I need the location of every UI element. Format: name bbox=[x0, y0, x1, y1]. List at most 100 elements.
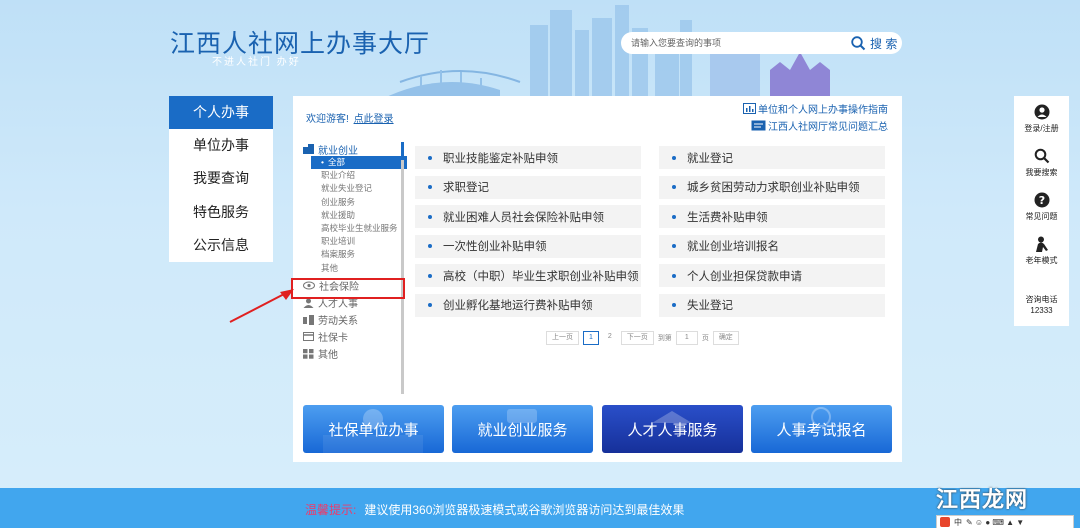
footer-tip-label: 温馨提示: bbox=[305, 503, 357, 517]
service-item[interactable]: 生活费补贴申领 bbox=[659, 205, 885, 228]
banner-talent[interactable]: 人才人事服务 bbox=[602, 405, 743, 453]
banner-label: 人事考试报名 bbox=[776, 421, 867, 439]
search-button-label: 搜 索 bbox=[870, 36, 898, 51]
service-item[interactable]: 创业孵化基地运行费补贴申领 bbox=[415, 293, 641, 317]
subcategory-item[interactable]: 职业介绍 bbox=[303, 169, 407, 182]
menu-item-special[interactable]: 特色服务 bbox=[169, 196, 273, 229]
ime-tools-icon: ✎ ☺ ● ⌨ ▲ ▼ bbox=[966, 517, 1025, 527]
search-input[interactable] bbox=[631, 38, 841, 48]
goto-page-input[interactable]: 1 bbox=[675, 331, 698, 345]
banner-exam[interactable]: 人事考试报名 bbox=[751, 405, 892, 453]
subcategory-item[interactable]: 就业失业登记 bbox=[303, 182, 407, 195]
svg-text:?: ? bbox=[1038, 194, 1044, 207]
subcategory-item[interactable]: 其他 bbox=[303, 262, 407, 272]
prev-page-button[interactable]: 上一页 bbox=[546, 331, 579, 345]
banner-label: 人才人事服务 bbox=[627, 421, 718, 439]
page-button-1[interactable]: 1 bbox=[583, 331, 599, 345]
banner-employment[interactable]: 就业创业服务 bbox=[452, 405, 593, 453]
annotation-arrow bbox=[229, 289, 294, 323]
banner-social-insurance-unit[interactable]: 社保单位办事 bbox=[303, 405, 444, 453]
category-tree: 就业创业 全部 职业介绍 就业失业登记 创业服务 就业援助 高校毕业生就业服务 … bbox=[303, 142, 407, 361]
service-item[interactable]: 就业登记 bbox=[659, 146, 885, 169]
menu-item-query[interactable]: 我要查询 bbox=[169, 162, 273, 195]
question-icon: ? bbox=[1034, 192, 1049, 208]
tree-scrollbar[interactable] bbox=[401, 142, 404, 394]
service-item[interactable]: 就业困难人员社会保险补贴申领 bbox=[415, 205, 641, 228]
hotline-number: 12333 bbox=[1030, 306, 1053, 315]
goto-confirm-button[interactable]: 确定 bbox=[712, 331, 739, 345]
service-item[interactable]: 一次性创业补贴申领 bbox=[415, 234, 641, 258]
footer: 温馨提示: 建议使用360浏览器极速模式或谷歌浏览器访问达到最佳效果 bbox=[0, 488, 1080, 528]
welcome-bar: 欢迎游客! 点此登录 bbox=[306, 110, 394, 125]
float-search[interactable]: 我要搜索 bbox=[1014, 148, 1069, 178]
login-link[interactable]: 点此登录 bbox=[354, 114, 394, 125]
handshake-icon bbox=[303, 314, 314, 325]
page-unit-label: 页 bbox=[701, 335, 709, 342]
pagination: 上一页 1 2 下一页 到第 1 页 确定 bbox=[546, 331, 739, 345]
service-item[interactable]: 失业登记 bbox=[659, 293, 885, 317]
category-label: 就业创业 bbox=[318, 145, 358, 157]
subcategory-all[interactable]: 全部 bbox=[311, 156, 407, 170]
float-elder-label: 老年模式 bbox=[1025, 256, 1058, 265]
next-page-button[interactable]: 下一页 bbox=[620, 331, 654, 345]
category-social-card[interactable]: 社保卡 bbox=[303, 330, 407, 344]
faq-doc-icon bbox=[751, 120, 766, 131]
service-item[interactable]: 求职登记 bbox=[415, 175, 641, 199]
search-box: 搜 索 bbox=[621, 32, 902, 54]
category-label: 其他 bbox=[318, 350, 338, 362]
subcategory-item[interactable]: 创业服务 bbox=[303, 196, 407, 209]
subcategory-item[interactable]: 档案服务 bbox=[303, 248, 407, 261]
service-item[interactable]: 城乡贫困劳动力求职创业补贴申领 bbox=[659, 175, 885, 199]
welcome-text: 欢迎游客! bbox=[306, 114, 349, 125]
search-button[interactable]: 搜 索 bbox=[851, 35, 897, 52]
service-item[interactable]: 个人创业担保贷款申请 bbox=[659, 264, 885, 287]
float-elder-mode[interactable]: 老年模式 bbox=[1014, 236, 1069, 266]
service-item[interactable]: 就业创业培训报名 bbox=[659, 234, 885, 258]
search-icon bbox=[851, 35, 866, 50]
menu-item-personal[interactable]: 个人办事 bbox=[169, 96, 273, 130]
right-float-bar: 登录/注册 我要搜索 ? 常见问题 老年模式 咨询电话 12333 bbox=[1014, 96, 1069, 326]
person-icon bbox=[303, 298, 314, 308]
faq-link-label: 江西人社网厅常见问题汇总 bbox=[768, 122, 888, 133]
watermark: 江西龙网 中 ✎ ☺ ● ⌨ ▲ ▼ bbox=[936, 482, 1074, 528]
menu-item-public[interactable]: 公示信息 bbox=[169, 229, 273, 262]
ime-language-indicator: 中 bbox=[954, 517, 962, 527]
footer-tip-text: 建议使用360浏览器极速模式或谷歌浏览器访问达到最佳效果 bbox=[364, 503, 685, 517]
page-button-2[interactable]: 2 bbox=[602, 331, 617, 345]
menu-item-unit[interactable]: 单位办事 bbox=[169, 129, 273, 162]
subcategory-item[interactable]: 就业援助 bbox=[303, 209, 407, 222]
faq-link[interactable]: 江西人社网厅常见问题汇总 bbox=[751, 118, 888, 133]
category-other[interactable]: 其他 bbox=[303, 347, 407, 361]
annotation-highlight-box bbox=[291, 278, 405, 299]
main-panel: 欢迎游客! 点此登录 单位和个人网上办事操作指南 江西人社网厅常见问题汇总 就业… bbox=[291, 96, 902, 462]
user-icon bbox=[1034, 104, 1049, 120]
float-faq-label: 常见问题 bbox=[1025, 212, 1058, 221]
bar-chart-icon bbox=[743, 103, 756, 114]
left-menu: 个人办事 单位办事 我要查询 特色服务 公示信息 bbox=[169, 96, 273, 262]
subcategory-item[interactable]: 高校毕业生就业服务 bbox=[303, 222, 407, 235]
banner-label: 社保单位办事 bbox=[328, 421, 419, 439]
category-label: 劳动关系 bbox=[318, 316, 358, 328]
hotline-label: 咨询电话 bbox=[1025, 295, 1058, 304]
category-employment[interactable]: 就业创业 bbox=[303, 142, 407, 157]
float-hotline: 咨询电话 12333 bbox=[1014, 294, 1069, 316]
category-labor[interactable]: 劳动关系 bbox=[303, 313, 407, 327]
site-slogan: 不进人社门 办好 bbox=[212, 57, 301, 68]
card-icon bbox=[303, 332, 314, 342]
category-label: 社保卡 bbox=[318, 333, 348, 345]
goto-label: 到第 bbox=[657, 335, 672, 342]
service-item[interactable]: 职业技能鉴定补贴申领 bbox=[415, 146, 641, 169]
ime-toolbar: 中 ✎ ☺ ● ⌨ ▲ ▼ bbox=[936, 515, 1074, 528]
ime-logo-icon bbox=[940, 517, 950, 527]
guide-link-label: 单位和个人网上办事操作指南 bbox=[758, 105, 888, 116]
float-faq[interactable]: ? 常见问题 bbox=[1014, 192, 1069, 222]
elder-icon bbox=[1035, 236, 1048, 252]
footer-tip: 温馨提示: 建议使用360浏览器极速模式或谷歌浏览器访问达到最佳效果 bbox=[305, 501, 684, 518]
subcategory-item[interactable]: 职业培训 bbox=[303, 235, 407, 248]
float-login-label: 登录/注册 bbox=[1024, 124, 1059, 133]
service-item[interactable]: 高校（中职）毕业生求职创业补贴申领 bbox=[415, 264, 641, 287]
tree-scrollbar-thumb[interactable] bbox=[401, 142, 404, 160]
banner-label: 就业创业服务 bbox=[477, 421, 568, 439]
float-login[interactable]: 登录/注册 bbox=[1014, 104, 1069, 134]
guide-link[interactable]: 单位和个人网上办事操作指南 bbox=[743, 101, 888, 116]
